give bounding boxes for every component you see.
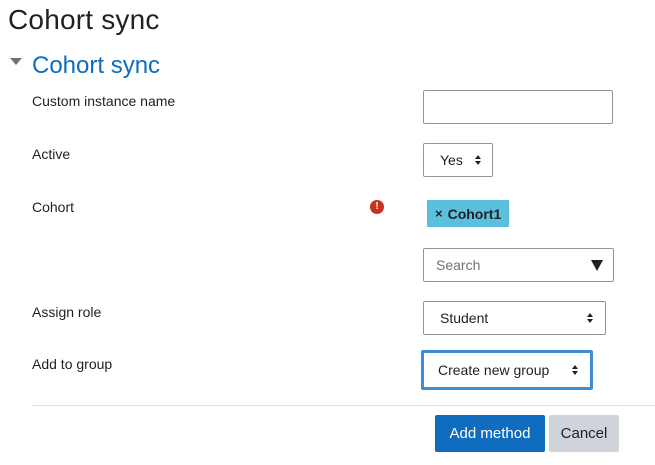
- assign-role-select[interactable]: Student: [423, 301, 606, 335]
- active-select[interactable]: Yes: [423, 143, 493, 177]
- assign-role-label: Assign role: [32, 304, 102, 320]
- custom-instance-name-label: Custom instance name: [32, 93, 176, 109]
- active-label: Active: [32, 146, 71, 162]
- active-select-value: Yes: [440, 152, 463, 168]
- dropdown-triangle-icon[interactable]: [591, 259, 603, 271]
- page-title: Cohort sync: [8, 4, 160, 35]
- add-to-group-select[interactable]: Create new group: [421, 350, 593, 390]
- error-icon: !: [370, 200, 384, 214]
- add-to-group-label: Add to group: [32, 356, 113, 372]
- select-arrows-icon: [474, 155, 481, 165]
- section-title: Cohort sync: [32, 52, 161, 79]
- cohort-tag[interactable]: × Cohort1: [427, 200, 510, 227]
- custom-instance-name-input[interactable]: [423, 90, 613, 124]
- select-arrows-icon: [587, 313, 593, 323]
- remove-tag-icon[interactable]: ×: [435, 206, 443, 221]
- cohort-tag-label: Cohort1: [447, 205, 502, 222]
- add-to-group-select-value: Create new group: [438, 362, 550, 378]
- cohort-search-box[interactable]: Search: [423, 248, 614, 282]
- add-method-button[interactable]: Add method: [435, 415, 545, 452]
- assign-role-select-value: Student: [440, 310, 489, 326]
- section-header[interactable]: Cohort sync: [10, 52, 160, 80]
- cohort-label: Cohort: [32, 199, 75, 215]
- cohort-search-placeholder: Search: [436, 257, 481, 273]
- cancel-button[interactable]: Cancel: [549, 415, 619, 452]
- collapse-caret-icon[interactable]: [10, 57, 22, 65]
- form-divider: [32, 405, 655, 406]
- select-arrows-icon: [572, 365, 578, 375]
